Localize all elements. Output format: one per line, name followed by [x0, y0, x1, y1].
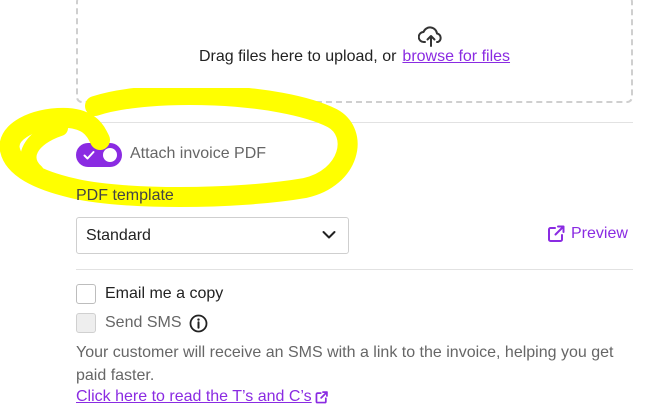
email-copy-label: Email me a copy	[105, 285, 224, 302]
email-copy-checkbox[interactable]	[76, 284, 96, 304]
preview-label: Preview	[571, 225, 628, 242]
terms-link[interactable]: Click here to read the T’s and C’s	[76, 388, 328, 406]
send-sms-checkbox[interactable]	[76, 313, 96, 333]
dropzone-text: Drag files here to upload, or browse for …	[78, 48, 631, 66]
sms-helper-text: Your customer will receive an SMS with a…	[76, 344, 614, 384]
external-link-icon	[548, 225, 565, 242]
chevron-down-icon	[322, 231, 336, 239]
pdf-template-value: Standard	[86, 227, 151, 244]
cloud-upload-icon	[418, 26, 442, 47]
preview-button[interactable]: Preview	[547, 225, 628, 243]
toggle-knob	[103, 148, 117, 162]
info-icon[interactable]	[189, 314, 208, 333]
drag-files-label: Drag files here to upload, or	[198, 48, 397, 65]
send-sms-label: Send SMS	[105, 314, 182, 331]
pdf-template-select[interactable]: Standard	[76, 217, 349, 254]
divider-top	[76, 122, 633, 123]
browse-files-link[interactable]: browse for files	[402, 48, 510, 65]
check-icon	[83, 151, 95, 160]
attach-pdf-label: Attach invoice PDF	[130, 145, 267, 162]
file-dropzone[interactable]: Drag files here to upload, or browse for …	[76, 0, 633, 103]
pdf-template-label: PDF template	[76, 187, 174, 204]
attach-pdf-toggle[interactable]	[76, 143, 122, 167]
terms-link-label: Click here to read the T’s and C’s	[76, 388, 312, 405]
external-link-icon	[315, 390, 328, 403]
divider-middle	[76, 269, 633, 270]
